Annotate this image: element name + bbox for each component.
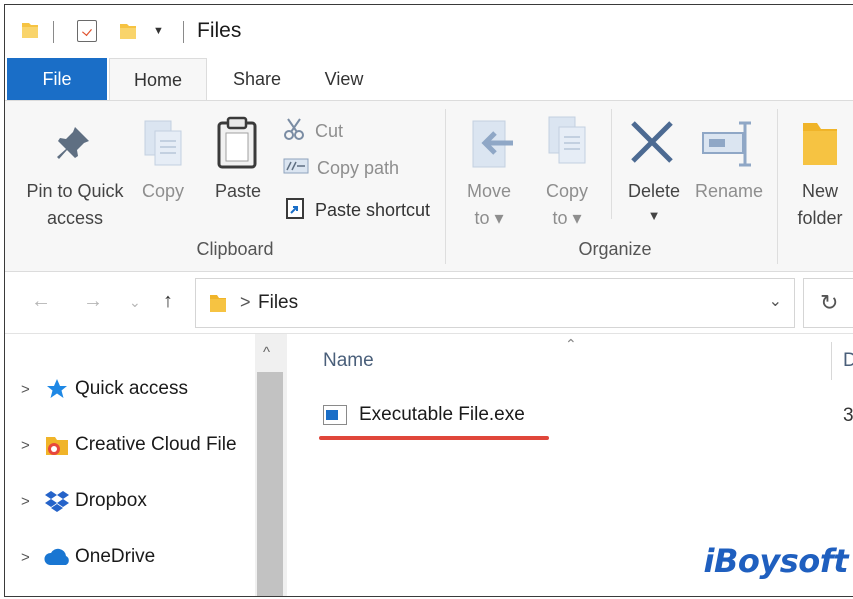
separator [183,21,184,43]
forward-arrow-icon[interactable]: → [83,290,103,313]
column-separator[interactable] [831,342,832,380]
separator [611,109,612,219]
refresh-icon: ↻ [820,290,839,315]
creative-cloud-folder-icon [43,433,71,457]
dropbox-icon [43,489,71,513]
rename-icon [701,119,755,174]
move-to-icon [469,119,517,176]
exe-file-icon [323,405,347,425]
column-header-date[interactable]: D [843,350,853,372]
nav-item-quick-access[interactable]: > Quick access [21,374,188,404]
tab-file[interactable]: File [7,58,107,100]
breadcrumb-files[interactable]: Files [258,292,298,314]
nav-item-label: Creative Cloud File [75,434,237,455]
new-folder-icon [799,117,839,174]
scroll-up-icon[interactable]: ^ [263,344,270,361]
sort-ascending-icon: ⌃ [565,336,577,352]
paste-shortcut-label: Paste shortcut [315,200,431,220]
breadcrumb-separator: > [240,292,251,312]
clipboard-group-label: Clipboard [196,239,274,259]
copy-path-button[interactable]: Copy path [283,157,399,180]
copy-icon [139,117,187,174]
tab-view[interactable]: View [305,58,383,101]
navigation-pane: > Quick access > Creative Cloud File > D… [5,334,287,596]
pin-icon [53,123,93,168]
copy-path-icon [283,157,309,180]
expand-chevron-icon[interactable]: > [21,437,43,454]
expand-chevron-icon[interactable]: > [21,549,43,566]
folder-icon[interactable] [19,19,41,46]
delete-dropdown-icon[interactable]: ▼ [619,203,689,229]
nav-item-dropbox[interactable]: > Dropbox [21,486,147,516]
group-separator [777,109,778,264]
explorer-window: ▼ Files File Home Share View Pin to Quic… [4,4,853,597]
delete-label: Delete [627,181,681,201]
delete-x-icon [629,119,675,170]
nav-item-creative-cloud[interactable]: > Creative Cloud File [21,430,237,460]
up-arrow-icon[interactable]: ↑ [163,290,173,313]
file-name: Executable File.exe [359,404,525,425]
title-bar: ▼ Files [5,5,853,55]
copy-to-line1: Copy [545,181,589,201]
move-to-line2: to ▾ [474,208,504,228]
organize-group-label: Organize [578,239,652,259]
new-folder-line2: folder [797,208,843,228]
address-dropdown-icon[interactable]: ⌄ [769,291,782,311]
refresh-button[interactable]: ↻ [803,278,853,328]
cut-button[interactable]: Cut [283,117,343,146]
rename-label: Rename [694,181,764,201]
copy-to-line2: to ▾ [552,208,582,228]
column-header-name[interactable]: Name [323,350,374,372]
expand-chevron-icon[interactable]: > [21,493,43,510]
file-row-executable[interactable]: Executable File.exe [323,400,525,430]
copy-path-label: Copy path [317,158,400,178]
nav-item-label: Quick access [75,378,188,399]
group-separator [445,109,446,264]
separator [53,21,54,43]
scroll-thumb[interactable] [257,372,283,596]
pin-label-line1: Pin to Quick [26,181,124,201]
nav-item-onedrive[interactable]: > OneDrive [21,542,155,572]
paste-shortcut-button[interactable]: Paste shortcut [283,196,430,225]
copy-to-icon [545,115,593,174]
new-folder-line1: New [801,181,838,201]
move-to-line1: Move [466,181,511,201]
properties-icon[interactable] [77,20,97,42]
tab-home[interactable]: Home [109,58,207,101]
folder-icon [208,292,228,319]
customize-dropdown-icon[interactable]: ▼ [153,25,164,37]
address-bar[interactable]: > Files ⌄ [195,278,795,328]
ribbon-tabs: File Home Share View [5,55,853,101]
tab-share[interactable]: Share [213,58,301,101]
paste-label: Paste [214,181,262,201]
star-icon [43,377,71,401]
pin-label-line2: access [46,208,104,228]
window-title: Files [197,19,242,42]
copy-label: Copy [141,181,185,201]
nav-item-label: Dropbox [75,490,147,511]
file-list: ⌃ Name D Executable File.exe 3( iBoysoft [287,334,853,596]
nav-scrollbar[interactable]: ^ [255,334,287,596]
highlight-underline [319,436,549,440]
ribbon-home: Pin to Quick access Copy Paste Cut Copy … [5,100,853,272]
expand-chevron-icon[interactable]: > [21,381,43,398]
paste-icon [215,115,259,174]
back-arrow-icon[interactable]: ← [31,290,51,313]
iboysoft-watermark: iBoysoft [703,542,849,580]
file-date-partial: 3( [843,405,853,426]
onedrive-icon [43,545,71,569]
nav-item-label: OneDrive [75,546,156,567]
new-folder-icon[interactable] [117,20,139,47]
recent-locations-chevron-icon[interactable]: ⌄ [129,294,141,311]
address-row: ← → ⌄ ↑ > Files ⌄ ↻ [5,272,853,334]
paste-shortcut-icon [283,196,307,225]
cut-label: Cut [315,121,344,141]
scissors-icon [283,117,307,146]
